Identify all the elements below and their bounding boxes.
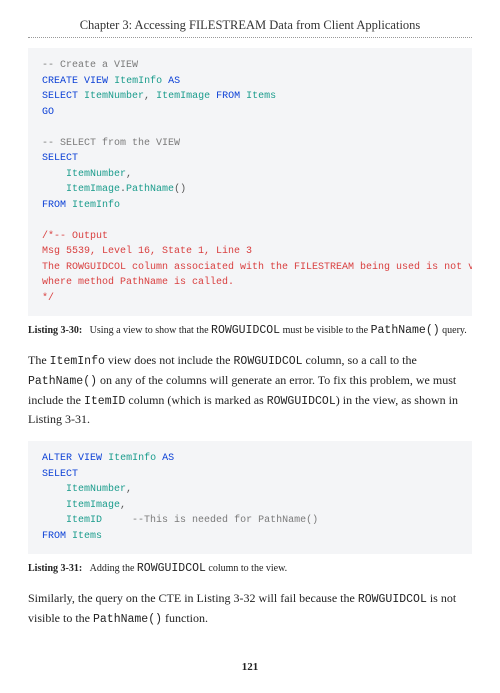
code-comment: -- SELECT from the VIEW — [42, 138, 180, 149]
caption-text: Using a view to show that the — [90, 325, 211, 336]
ident-itemnumber: ItemNumber — [84, 91, 144, 102]
ident-iteminfo: ItemInfo — [114, 76, 162, 87]
kw-alter: ALTER — [42, 453, 72, 464]
kw-go: GO — [42, 107, 54, 118]
caption-text: query. — [440, 325, 467, 336]
code-comment: --This is needed for PathName() — [132, 515, 318, 526]
punc-parens: () — [174, 184, 186, 195]
chapter-title: Chapter 3: Accessing FILESTREAM Data fro… — [28, 18, 472, 33]
kw-as: AS — [168, 76, 180, 87]
kw-create: CREATE — [42, 76, 78, 87]
inline-mono: ItemID — [84, 395, 125, 408]
ident-itemimage: ItemImage — [66, 184, 120, 195]
inline-mono: ItemInfo — [50, 355, 105, 368]
kw-select: SELECT — [42, 153, 78, 164]
body-text: view does not include the — [105, 353, 234, 367]
punc-comma: , — [120, 500, 126, 511]
output-line: /*-- Output — [42, 231, 108, 242]
caption-text: column to the view. — [206, 563, 287, 574]
listing-label: Listing 3-30: — [28, 325, 82, 336]
inline-mono: PathName() — [93, 613, 162, 626]
caption-mono: ROWGUIDCOL — [137, 562, 206, 575]
body-paragraph-1: The ItemInfo view does not include the R… — [28, 351, 472, 429]
code-comment: -- Create a VIEW — [42, 60, 138, 71]
page-container: Chapter 3: Accessing FILESTREAM Data fro… — [0, 0, 500, 693]
ident-itemimage: ItemImage — [156, 91, 210, 102]
body-text: column, so a call to the — [303, 353, 417, 367]
kw-from: FROM — [42, 200, 66, 211]
punc-comma: , — [144, 91, 150, 102]
inline-mono: ROWGUIDCOL — [234, 355, 303, 368]
kw-from: FROM — [216, 91, 240, 102]
kw-select: SELECT — [42, 469, 78, 480]
ident-itemnumber: ItemNumber — [66, 169, 126, 180]
caption-text: must be visible to the — [280, 325, 371, 336]
listing-caption-3-31: Listing 3-31: Adding the ROWGUIDCOL colu… — [28, 562, 472, 575]
punc-comma: , — [126, 484, 132, 495]
ident-itemid: ItemID — [66, 515, 102, 526]
listing-label: Listing 3-31: — [28, 563, 82, 574]
kw-select: SELECT — [42, 91, 78, 102]
code-listing-3-30: -- Create a VIEW CREATE VIEW ItemInfo AS… — [28, 48, 472, 316]
listing-caption-3-30: Listing 3-30: Using a view to show that … — [28, 324, 472, 337]
ident-items: Items — [246, 91, 276, 102]
ident-iteminfo: ItemInfo — [72, 200, 120, 211]
output-line: The ROWGUIDCOL column associated with th… — [42, 262, 472, 273]
code-listing-3-31: ALTER VIEW ItemInfo AS SELECT ItemNumber… — [28, 441, 472, 554]
caption-text: Adding the — [90, 563, 137, 574]
ident-itemimage: ItemImage — [66, 500, 120, 511]
kw-from: FROM — [42, 531, 66, 542]
caption-mono: ROWGUIDCOL — [211, 324, 280, 337]
body-text: column (which is marked as — [125, 393, 266, 407]
kw-view: VIEW — [84, 76, 108, 87]
inline-mono: ROWGUIDCOL — [267, 395, 336, 408]
kw-view: VIEW — [78, 453, 102, 464]
body-text: The — [28, 353, 50, 367]
output-line: Msg 5539, Level 16, State 1, Line 3 — [42, 246, 252, 257]
output-line: where method PathName is called. — [42, 277, 234, 288]
ident-items: Items — [72, 531, 102, 542]
punc-comma: , — [126, 169, 132, 180]
ident-iteminfo: ItemInfo — [108, 453, 156, 464]
caption-mono: PathName() — [371, 324, 440, 337]
page-number: 121 — [28, 661, 472, 673]
inline-mono: ROWGUIDCOL — [358, 593, 427, 606]
output-line: */ — [42, 293, 54, 304]
fn-pathname: PathName — [126, 184, 174, 195]
body-paragraph-2: Similarly, the query on the CTE in Listi… — [28, 589, 472, 629]
body-text: function. — [162, 611, 208, 625]
kw-as: AS — [162, 453, 174, 464]
ident-itemnumber: ItemNumber — [66, 484, 126, 495]
body-text: Similarly, the query on the CTE in Listi… — [28, 591, 358, 605]
inline-mono: PathName() — [28, 375, 97, 388]
header-rule — [28, 37, 472, 38]
